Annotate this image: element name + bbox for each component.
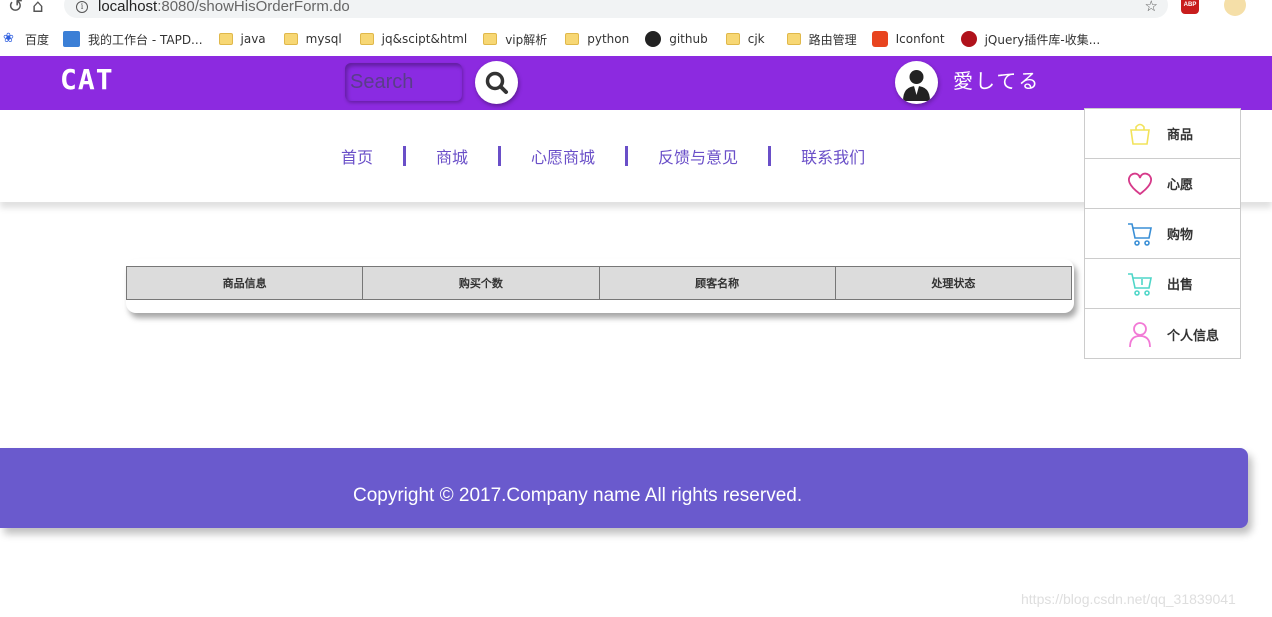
home-icon[interactable]: ⌂ bbox=[32, 0, 43, 17]
url-path: :8080/showHisOrderForm.do bbox=[157, 0, 350, 15]
col-product-info: 商品信息 bbox=[125, 266, 364, 300]
browser-address-bar: ↺ ⌂ i localhost:8080/showHisOrderForm.do… bbox=[0, 0, 1272, 22]
bookmark-label: 路由管理 bbox=[808, 32, 857, 47]
bookmarks-bar: ❀ 百度 我的工作台 - TAPD... java mysql jq&scipt… bbox=[0, 25, 1272, 53]
menu-label: 商品 bbox=[1167, 128, 1194, 143]
bookmark-star-icon[interactable]: ☆ bbox=[1145, 0, 1158, 15]
nav-wish-mall[interactable]: 心愿商城 bbox=[501, 144, 625, 168]
folder-icon bbox=[725, 33, 740, 45]
bookmark-label: github bbox=[669, 32, 708, 46]
orders-table: 商品信息 购买个数 顾客名称 处理状态 bbox=[125, 266, 1073, 300]
menu-item-sell[interactable]: 出售 bbox=[1085, 259, 1240, 309]
user-dropdown-menu: 商品 心愿 购物 出售 个人信息 bbox=[1084, 108, 1241, 359]
bookmark-router[interactable]: 路由管理 bbox=[786, 25, 857, 53]
bookmark-label: python bbox=[587, 32, 630, 46]
menu-label: 购物 bbox=[1167, 228, 1194, 243]
copyright-text: Copyright © 2017.Company name All rights… bbox=[353, 485, 803, 506]
tapd-icon bbox=[63, 31, 81, 47]
bookmark-label: 我的工作台 - TAPD... bbox=[88, 32, 203, 47]
bookmark-jq[interactable]: jq&scipt&html bbox=[359, 25, 468, 53]
folder-icon bbox=[218, 33, 233, 45]
profile-avatar-icon[interactable] bbox=[1224, 0, 1246, 16]
nav-mall[interactable]: 商城 bbox=[406, 144, 498, 168]
bookmark-mysql[interactable]: mysql bbox=[283, 25, 342, 53]
main-nav: 首页 商城 心愿商城 反馈与意见 联系我们 bbox=[0, 110, 1272, 202]
bookmark-jquery[interactable]: jQuery插件库-收集... bbox=[960, 25, 1101, 53]
nav-home[interactable]: 首页 bbox=[325, 144, 403, 168]
bookmark-cjk[interactable]: cjk bbox=[725, 25, 765, 53]
bookmark-label: jQuery插件库-收集... bbox=[984, 32, 1101, 47]
menu-label: 出售 bbox=[1167, 278, 1194, 293]
user-silhouette-icon bbox=[903, 70, 930, 101]
menu-item-shopping[interactable]: 购物 bbox=[1085, 209, 1240, 259]
bookmark-github[interactable]: github bbox=[645, 25, 708, 53]
iconfont-icon bbox=[871, 31, 888, 47]
folder-icon bbox=[359, 33, 374, 45]
site-header: CAT 愛してる bbox=[0, 56, 1272, 110]
bookmark-java[interactable]: java bbox=[218, 25, 266, 53]
bookmark-tapd[interactable]: 我的工作台 - TAPD... bbox=[63, 25, 203, 53]
col-quantity: 购买个数 bbox=[362, 266, 600, 300]
bookmark-label: Iconfont bbox=[895, 32, 945, 46]
heart-icon bbox=[1125, 169, 1155, 199]
orders-card: 商品信息 购买个数 顾客名称 处理状态 bbox=[125, 259, 1074, 313]
user-icon bbox=[1125, 319, 1155, 349]
site-footer: Copyright © 2017.Company name All rights… bbox=[0, 448, 1248, 528]
menu-label: 心愿 bbox=[1167, 178, 1194, 193]
cart-icon bbox=[1125, 219, 1155, 249]
bookmark-label: jq&scipt&html bbox=[381, 32, 468, 46]
back-icon[interactable]: ↺ bbox=[8, 0, 23, 17]
col-status: 处理状态 bbox=[834, 266, 1073, 300]
menu-item-profile[interactable]: 个人信息 bbox=[1085, 309, 1240, 359]
search-input[interactable] bbox=[345, 63, 462, 101]
nav-contact[interactable]: 联系我们 bbox=[771, 144, 895, 168]
bookmark-label: cjk bbox=[747, 32, 765, 46]
sell-cart-icon bbox=[1125, 269, 1155, 299]
bookmark-label: vip解析 bbox=[505, 32, 548, 47]
username[interactable]: 愛してる bbox=[953, 65, 1040, 94]
folder-icon bbox=[786, 33, 801, 45]
menu-label: 个人信息 bbox=[1167, 328, 1220, 344]
bookmark-vip[interactable]: vip解析 bbox=[483, 25, 547, 53]
menu-item-products[interactable]: 商品 bbox=[1085, 109, 1240, 159]
bookmark-label: mysql bbox=[305, 32, 342, 46]
bookmark-baidu[interactable]: ❀ 百度 bbox=[3, 25, 49, 53]
bookmark-label: 百度 bbox=[25, 32, 50, 47]
github-icon bbox=[645, 31, 662, 47]
nav-feedback[interactable]: 反馈与意见 bbox=[628, 144, 768, 168]
folder-icon bbox=[283, 33, 298, 45]
info-icon[interactable]: i bbox=[76, 1, 88, 13]
folder-icon bbox=[483, 33, 498, 45]
user-avatar[interactable] bbox=[895, 61, 938, 104]
col-customer-name: 顾客名称 bbox=[598, 266, 836, 300]
url-field[interactable]: i localhost:8080/showHisOrderForm.do ☆ bbox=[64, 0, 1168, 18]
table-header-row: 商品信息 购买个数 顾客名称 处理状态 bbox=[125, 266, 1073, 300]
shopping-bag-icon bbox=[1125, 119, 1155, 149]
url-host: localhost bbox=[98, 0, 158, 15]
baidu-paw-icon: ❀ bbox=[3, 31, 14, 46]
folder-icon bbox=[565, 33, 580, 45]
bookmark-label: java bbox=[240, 32, 266, 46]
search-button[interactable] bbox=[475, 61, 518, 104]
watermark: https://blog.csdn.net/qq_31839041 bbox=[1021, 591, 1236, 607]
adblock-icon[interactable]: ABP bbox=[1181, 0, 1199, 14]
site-logo[interactable]: CAT bbox=[60, 63, 114, 96]
menu-item-wishes[interactable]: 心愿 bbox=[1085, 159, 1240, 209]
search-icon bbox=[485, 71, 508, 94]
bookmark-python[interactable]: python bbox=[565, 25, 629, 53]
bookmark-iconfont[interactable]: Iconfont bbox=[871, 25, 945, 53]
jquery-icon bbox=[960, 31, 977, 47]
